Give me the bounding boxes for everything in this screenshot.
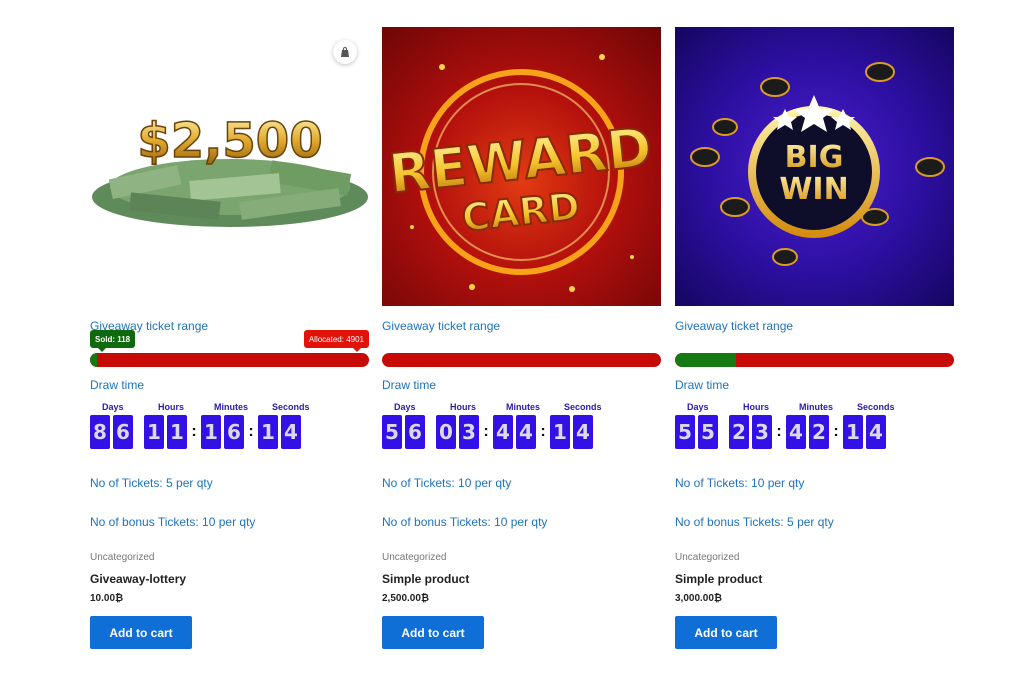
progress-fill [675,353,737,367]
days-label: Days [394,402,416,412]
range-label: Giveaway ticket range [675,319,794,333]
hours-label: Hours [158,402,185,412]
days-label: Days [102,402,124,412]
add-to-cart-button[interactable]: Add to cart [90,616,192,649]
countdown-timer: 5523:42:14 [675,415,889,449]
draw-time-label: Draw time [675,378,730,392]
product-price: 3,000.00₿ [675,593,723,604]
bonus-tickets-info: No of bonus Tickets: 10 per qty [90,515,256,529]
tickets-info: No of Tickets: 10 per qty [675,476,805,490]
countdown-separator: : [483,423,489,440]
minutes-label: Minutes [799,402,834,412]
reward-card-graphic: REWARD CARD [385,54,656,292]
countdown-separator: : [833,423,839,440]
range-label: Giveaway ticket range [382,319,501,333]
product-card-2: REWARD CARD Giveaway ticket range Draw t… [382,27,661,649]
product-image-2[interactable]: REWARD CARD [382,27,661,306]
hours-digit: 1 [144,415,164,449]
hours-digit: 3 [752,415,772,449]
countdown-timer: 8611:16:14 [90,415,304,449]
seconds-digit: 4 [866,415,886,449]
seconds-digit: 1 [258,415,278,449]
hours-digit: 1 [167,415,187,449]
product-card-1: $2,500 Giveaway ticket range Sold: 118 A… [90,27,369,649]
hours-label: Hours [743,402,770,412]
days-digit: 5 [675,415,695,449]
ticket-progress-bar [90,353,369,367]
days-digit: 5 [382,415,402,449]
tickets-info: No of Tickets: 10 per qty [382,476,512,490]
image-caption-3b: WIN [779,172,848,207]
minutes-digit: 6 [224,415,244,449]
big-win-graphic: BIG WIN [690,62,945,266]
tickets-info: No of Tickets: 5 per qty [90,476,213,490]
product-price: 10.00₿ [90,593,124,604]
sold-tooltip: Sold: 118 [90,330,136,352]
days-digit: 5 [698,415,718,449]
seconds-digit: 4 [573,415,593,449]
product-category[interactable]: Uncategorized [90,552,154,563]
hours-digit: 3 [459,415,479,449]
countdown-separator: : [191,423,197,440]
product-title[interactable]: Giveaway-lottery [90,572,186,586]
seconds-label: Seconds [564,402,602,412]
days-digit: 6 [405,415,425,449]
countdown-separator: : [248,423,254,440]
countdown-timer: 5603:44:14 [382,415,596,449]
draw-time-label: Draw time [90,378,145,392]
draw-time-label: Draw time [382,378,437,392]
days-digit: 8 [90,415,110,449]
seconds-digit: 1 [550,415,570,449]
minutes-digit: 4 [493,415,513,449]
days-digit: 6 [113,415,133,449]
seconds-label: Seconds [857,402,895,412]
product-title[interactable]: Simple product [382,572,469,586]
product-price: 2,500.00₿ [382,593,430,604]
seconds-digit: 1 [843,415,863,449]
hours-digit: 0 [436,415,456,449]
minutes-label: Minutes [506,402,541,412]
product-card-3: BIG WIN Giveaway ticket range Draw time … [675,27,954,649]
minutes-digit: 1 [201,415,221,449]
product-image-1[interactable]: $2,500 [90,27,369,306]
image-caption-1: $2,500 [137,113,322,169]
countdown-separator: : [776,423,782,440]
product-category[interactable]: Uncategorized [382,552,446,563]
product-image-3[interactable]: BIG WIN [675,27,954,306]
progress-fill [90,353,97,367]
add-to-cart-button[interactable]: Add to cart [382,616,484,649]
ticket-progress-bar [675,353,954,367]
money-graphic: $2,500 [92,112,368,227]
minutes-digit: 4 [516,415,536,449]
product-title[interactable]: Simple product [675,572,762,586]
countdown-separator: : [540,423,546,440]
add-to-cart-button[interactable]: Add to cart [675,616,777,649]
hours-digit: 2 [729,415,749,449]
bonus-tickets-info: No of bonus Tickets: 5 per qty [675,515,834,529]
ticket-progress-bar [382,353,661,367]
shopping-bag-icon [341,47,349,57]
allocated-tooltip: Allocated: 4901 [303,330,369,352]
minutes-label: Minutes [214,402,249,412]
days-label: Days [687,402,709,412]
product-category[interactable]: Uncategorized [675,552,739,563]
seconds-digit: 4 [281,415,301,449]
minutes-digit: 4 [786,415,806,449]
minutes-digit: 2 [809,415,829,449]
image-caption-3a: BIG [785,140,844,175]
hours-label: Hours [450,402,477,412]
wishlist-cart-button[interactable] [333,40,357,64]
seconds-label: Seconds [272,402,310,412]
bonus-tickets-info: No of bonus Tickets: 10 per qty [382,515,548,529]
